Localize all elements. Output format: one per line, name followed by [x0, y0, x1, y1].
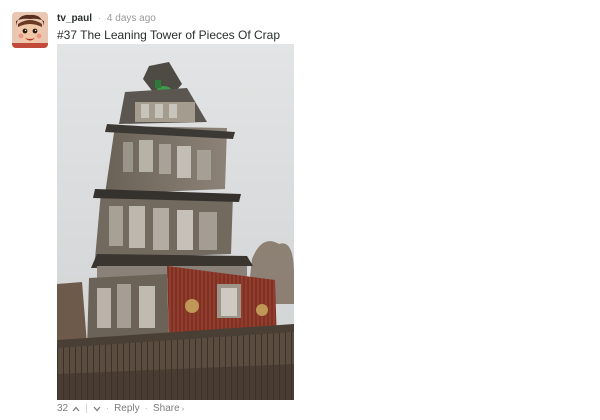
- share-label: Share: [153, 403, 180, 414]
- comment: tv_paul · 4 days ago #37 The Leaning Tow…: [0, 0, 600, 420]
- cartoon-face-icon: [12, 12, 48, 48]
- upvote-button[interactable]: [72, 404, 80, 414]
- separator-dot: ·: [144, 403, 148, 414]
- vote-count: 32: [57, 403, 69, 414]
- comment-footer: 32 | · Reply · Share ›: [57, 403, 184, 414]
- reply-button[interactable]: Reply: [114, 403, 140, 414]
- downvote-button[interactable]: [93, 404, 101, 414]
- vote-divider: |: [85, 403, 88, 414]
- avatar[interactable]: [12, 12, 48, 48]
- comment-text: #37 The Leaning Tower of Pieces Of Crap: [57, 28, 281, 42]
- username[interactable]: tv_paul: [57, 13, 92, 24]
- comment-header: tv_paul · 4 days ago: [57, 13, 156, 24]
- timestamp[interactable]: 4 days ago: [107, 13, 156, 24]
- share-button[interactable]: Share ›: [153, 403, 184, 414]
- tower-photo[interactable]: [57, 44, 294, 400]
- share-caret: ›: [181, 406, 185, 413]
- chevron-down-icon: [93, 406, 101, 411]
- separator-dot: ·: [97, 13, 102, 24]
- chevron-up-icon: [72, 406, 80, 411]
- leaning-tower-image: [57, 44, 294, 400]
- separator-dot: ·: [105, 403, 110, 414]
